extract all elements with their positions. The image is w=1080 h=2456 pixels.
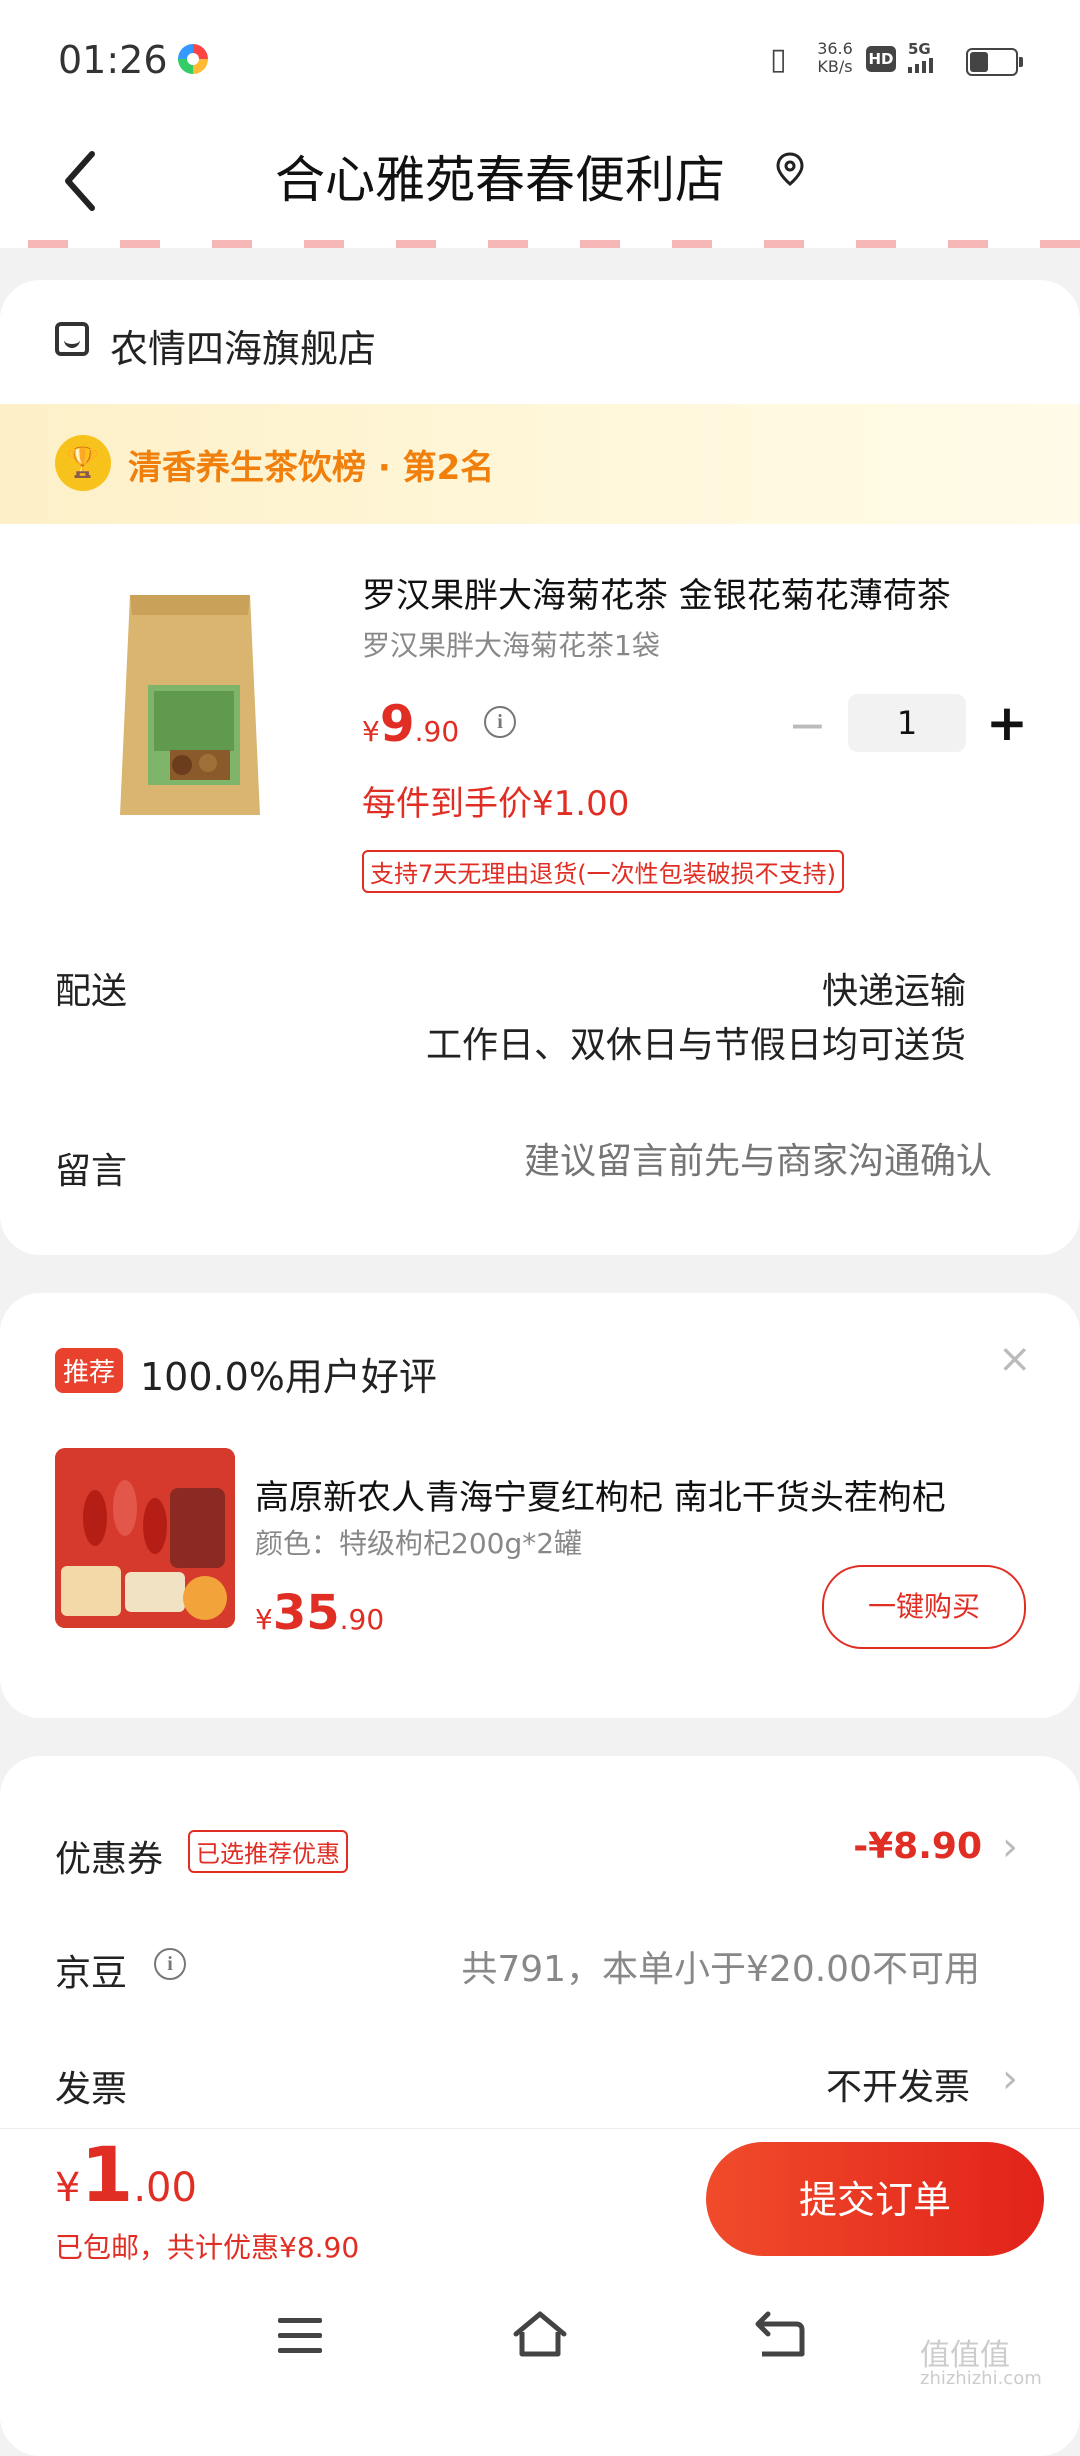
message-input[interactable] xyxy=(430,1140,994,1183)
home-icon[interactable] xyxy=(510,2310,570,2360)
recommend-rating: 100.0%用户好评 xyxy=(140,1355,437,1399)
status-bar: 01:26 ▯ 36.6 KB/s HD 5G xyxy=(0,0,1080,120)
watermark-site: zhizhizhi.com xyxy=(920,2368,1042,2389)
shop-name[interactable]: 农情四海旗舰店 xyxy=(110,318,376,373)
signal-bars-icon xyxy=(908,58,933,73)
delivery-label: 配送 xyxy=(55,971,128,1012)
coupon-tag: 已选推荐优惠 xyxy=(188,1830,348,1873)
delivery-schedule: 工作日、双休日与节假日均可送货 xyxy=(425,1025,966,1066)
header: 合心雅苑春春便利店 xyxy=(0,120,1080,240)
jd-beans-label: 京豆 xyxy=(55,1953,128,1994)
vibrate-icon: ▯ xyxy=(770,42,787,77)
recommend-title[interactable]: 高原新农人青海宁夏红枸杞 南北干货头茬枸杞 xyxy=(255,1470,1015,1519)
one-click-buy-button[interactable]: 一键购买 xyxy=(822,1565,1026,1649)
return-policy-badge: 支持7天无理由退货(一次性包装破损不支持) xyxy=(362,850,844,893)
network-speed: 36.6 KB/s xyxy=(817,39,853,76)
coupon-label: 优惠券 xyxy=(55,1839,164,1880)
chevron-right-icon[interactable]: › xyxy=(1002,1824,1018,1870)
invoice-value[interactable]: 不开发票 xyxy=(700,2058,970,2110)
page-title: 合心雅苑春春便利店 xyxy=(275,151,725,209)
signal-5g-label: 5G xyxy=(908,40,931,58)
hd-icon: HD xyxy=(866,46,896,72)
recommend-badge: 推荐 xyxy=(55,1348,124,1393)
rank-text: 清香养生茶饮榜 · 第2名 xyxy=(128,448,495,488)
shop-icon xyxy=(55,322,89,356)
address-divider xyxy=(0,240,1080,248)
trophy-icon: 🏆 xyxy=(55,435,111,491)
back-icon[interactable] xyxy=(752,2310,808,2360)
coupon-value[interactable]: -¥8.90 xyxy=(760,1826,982,1867)
product-image[interactable] xyxy=(110,595,270,825)
status-time: 01:26 xyxy=(58,38,168,82)
unit-price-text: 每件到手价¥1.00 xyxy=(362,784,630,824)
quantity-input[interactable]: 1 xyxy=(848,694,966,752)
jd-beans-value: 共791，本单小于¥20.00不可用 xyxy=(461,1949,980,1990)
product-title[interactable]: 罗汉果胖大海菊花茶 金银花菊花薄荷茶 xyxy=(362,568,1002,617)
quantity-increase-button[interactable]: + xyxy=(986,694,1028,752)
message-label: 留言 xyxy=(55,1151,128,1192)
battery-icon xyxy=(966,48,1023,76)
total-subtext: 已包邮，共计优惠¥8.90 xyxy=(55,2231,360,2264)
menu-icon[interactable] xyxy=(278,2318,322,2363)
submit-order-button[interactable]: 提交订单 xyxy=(706,2142,1044,2256)
invoice-label: 发票 xyxy=(55,2069,128,2110)
close-icon[interactable]: × xyxy=(998,1336,1032,1382)
product-spec: 罗汉果胖大海菊花茶1袋 xyxy=(362,629,660,662)
product-price: ¥9.90 xyxy=(362,695,460,753)
recommend-price: ¥35.90 xyxy=(255,1585,385,1641)
quantity-decrease-button[interactable]: − xyxy=(788,700,827,750)
app-notification-icon xyxy=(178,44,208,74)
recommend-product-image[interactable] xyxy=(55,1448,235,1628)
jd-beans-info-icon[interactable]: i xyxy=(154,1948,186,1980)
location-pin-icon[interactable] xyxy=(776,152,804,186)
chevron-right-icon[interactable]: › xyxy=(1002,2056,1018,2102)
recommend-spec: 颜色：特级枸杞200g*2罐 xyxy=(255,1527,583,1560)
delivery-method: 快递运输 xyxy=(821,971,966,1012)
price-info-icon[interactable]: i xyxy=(484,706,516,738)
total-price: ¥1.00 xyxy=(55,2130,197,2219)
